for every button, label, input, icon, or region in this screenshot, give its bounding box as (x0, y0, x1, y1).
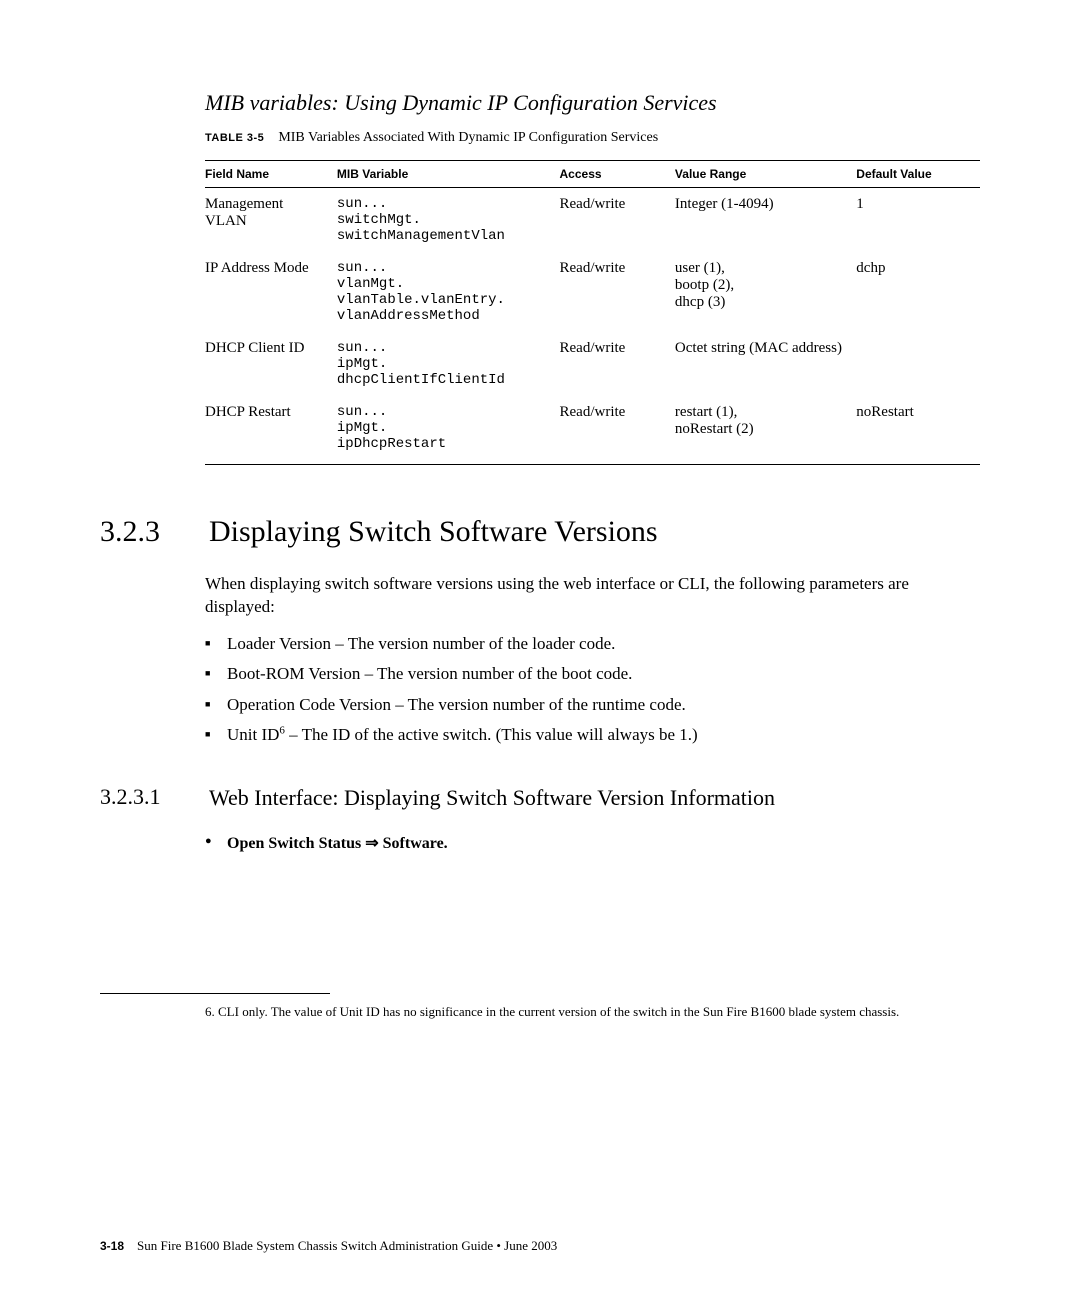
section-323-heading-row: 3.2.3 Displaying Switch Software Version… (100, 515, 980, 549)
cell-mib: sun... switchMgt. switchManagementVlan (337, 188, 560, 253)
cell-range: restart (1), noRestart (2) (675, 396, 856, 465)
cell-access: Read/write (560, 188, 675, 253)
list-item: Loader Version – The version number of t… (205, 631, 980, 657)
cell-mib: sun... ipMgt. dhcpClientIfClientId (337, 332, 560, 396)
cell-access: Read/write (560, 252, 675, 332)
section-3231-number: 3.2.3.1 (100, 784, 205, 810)
cell-default (856, 332, 980, 396)
list-item: Boot-ROM Version – The version number of… (205, 661, 980, 687)
footnote: 6. CLI only. The value of Unit ID has no… (205, 1004, 980, 1021)
mib-table: Field Name MIB Variable Access Value Ran… (205, 160, 980, 465)
section-3231-heading-row: 3.2.3.1 Web Interface: Displaying Switch… (100, 784, 980, 813)
web-step: Open Switch Status ⇒ Software. (205, 833, 980, 853)
cell-mib: sun... ipMgt. ipDhcpRestart (337, 396, 560, 465)
table-row: Management VLANsun... switchMgt. switchM… (205, 188, 980, 253)
mib-section-title: MIB variables: Using Dynamic IP Configur… (205, 90, 980, 116)
cell-field: DHCP Client ID (205, 332, 337, 396)
cell-field: IP Address Mode (205, 252, 337, 332)
footer-text: Sun Fire B1600 Blade System Chassis Swit… (137, 1238, 557, 1253)
cell-access: Read/write (560, 332, 675, 396)
section-323-intro: When displaying switch software versions… (205, 573, 980, 619)
th-field: Field Name (205, 161, 337, 188)
table-caption-text: MIB Variables Associated With Dynamic IP… (278, 130, 658, 145)
step-arrow: ⇒ (365, 835, 378, 852)
table-row: DHCP Restartsun... ipMgt. ipDhcpRestartR… (205, 396, 980, 465)
th-access: Access (560, 161, 675, 188)
cell-default: noRestart (856, 396, 980, 465)
footnote-num: 6. (205, 1004, 215, 1019)
cell-range: user (1), bootp (2), dhcp (3) (675, 252, 856, 332)
th-range: Value Range (675, 161, 856, 188)
table-caption: TABLE 3-5 MIB Variables Associated With … (205, 130, 980, 146)
footnote-rule (100, 993, 330, 994)
list-item: Operation Code Version – The version num… (205, 692, 980, 718)
cell-range: Integer (1-4094) (675, 188, 856, 253)
list-item-unitid: Unit ID6 – The ID of the active switch. … (205, 722, 980, 748)
section-323-title: Displaying Switch Software Versions (209, 515, 658, 549)
section-323-bullets: Loader Version – The version number of t… (205, 631, 980, 748)
cell-field: DHCP Restart (205, 396, 337, 465)
cell-default: dchp (856, 252, 980, 332)
table-label: TABLE 3-5 (205, 132, 264, 144)
th-mib: MIB Variable (337, 161, 560, 188)
section-323-number: 3.2.3 (100, 515, 205, 549)
section-3231-title: Web Interface: Displaying Switch Softwar… (209, 784, 979, 813)
footnote-text: CLI only. The value of Unit ID has no si… (215, 1004, 900, 1019)
table-row: DHCP Client IDsun... ipMgt. dhcpClientIf… (205, 332, 980, 396)
cell-field: Management VLAN (205, 188, 337, 253)
cell-default: 1 (856, 188, 980, 253)
mib-table-body: Management VLANsun... switchMgt. switchM… (205, 188, 980, 465)
cell-access: Read/write (560, 396, 675, 465)
th-default: Default Value (856, 161, 980, 188)
step-suffix: Software. (379, 835, 448, 852)
cell-mib: sun... vlanMgt. vlanTable.vlanEntry. vla… (337, 252, 560, 332)
page-footer: 3-18 Sun Fire B1600 Blade System Chassis… (100, 1238, 557, 1254)
footer-page-number: 3-18 (100, 1239, 124, 1253)
step-prefix: Open Switch Status (227, 835, 365, 852)
table-row: IP Address Modesun... vlanMgt. vlanTable… (205, 252, 980, 332)
cell-range: Octet string (MAC address) (675, 332, 856, 396)
